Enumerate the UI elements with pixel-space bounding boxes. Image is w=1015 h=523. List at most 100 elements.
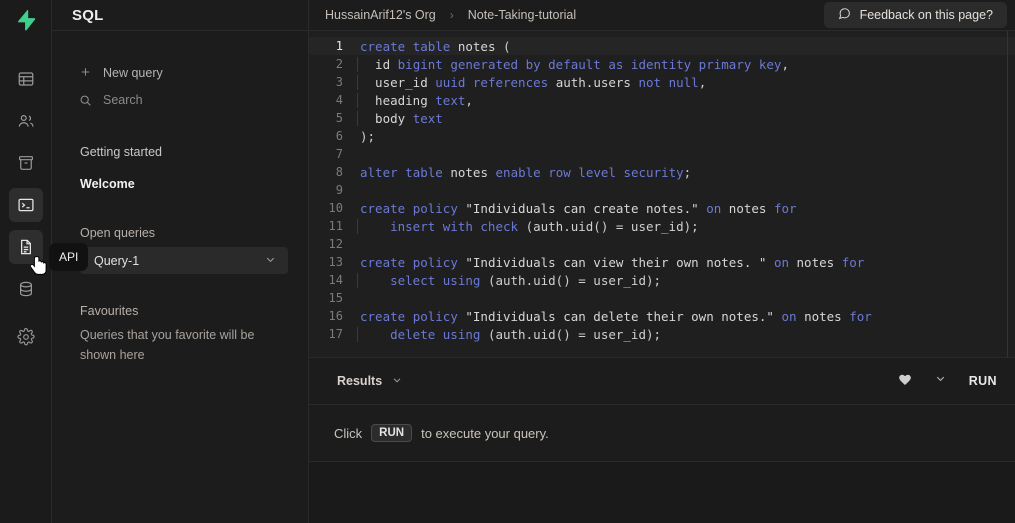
api-tooltip: API bbox=[49, 243, 89, 271]
new-query-button[interactable]: + New query bbox=[52, 61, 308, 85]
code-text: ); bbox=[360, 128, 376, 144]
breadcrumb-bar: HussainArif12's Org › Note-Taking-tutori… bbox=[309, 0, 1015, 31]
archive-icon bbox=[17, 154, 35, 172]
code-text: select using (auth.uid() = user_id); bbox=[357, 272, 661, 288]
line-number: 10 bbox=[328, 201, 343, 215]
terminal-icon bbox=[17, 196, 35, 214]
sidebar-header: SQL bbox=[52, 0, 308, 31]
line-number: 6 bbox=[335, 129, 343, 143]
feedback-button[interactable]: Feedback on this page? bbox=[823, 2, 1007, 28]
code-text: alter table notes enable row level secur… bbox=[360, 164, 692, 180]
chevron-down-icon[interactable] bbox=[264, 253, 277, 269]
code-line[interactable]: 3 user_id uuid references auth.users not… bbox=[309, 73, 1015, 91]
code-line[interactable]: 8 alter table notes enable row level secu… bbox=[309, 163, 1015, 181]
chat-bubble-icon bbox=[838, 7, 851, 23]
code-line[interactable]: 12 bbox=[309, 235, 1015, 253]
table-icon bbox=[17, 70, 35, 88]
code-text: heading text, bbox=[357, 92, 473, 108]
run-hint-prefix: Click bbox=[334, 425, 363, 441]
gear-icon bbox=[16, 328, 35, 346]
breadcrumb-project[interactable]: Note-Taking-tutorial bbox=[468, 8, 576, 22]
sidebar-item-authentication[interactable] bbox=[9, 104, 43, 138]
results-tab[interactable]: Results bbox=[337, 374, 403, 389]
sidebar-item-table-editor[interactable] bbox=[9, 62, 43, 96]
run-options-chevron-icon[interactable] bbox=[934, 372, 947, 390]
database-icon bbox=[17, 280, 35, 298]
users-icon bbox=[17, 112, 35, 130]
code-text: create policy "Individuals can delete th… bbox=[360, 308, 872, 324]
code-line[interactable]: 11 insert with check (auth.uid() = user_… bbox=[309, 217, 1015, 235]
sidebar-item-getting-started[interactable]: Getting started bbox=[52, 140, 308, 164]
code-line[interactable]: 2 id bigint generated by default as iden… bbox=[309, 55, 1015, 73]
feedback-label: Feedback on this page? bbox=[859, 8, 993, 22]
line-number: 1 bbox=[335, 39, 343, 53]
code-line[interactable]: 14 select using (auth.uid() = user_id); bbox=[309, 271, 1015, 289]
code-line[interactable]: 1 create table notes ( bbox=[309, 37, 1015, 55]
sidebar-item-settings[interactable] bbox=[9, 320, 43, 354]
code-line[interactable]: 17 delete using (auth.uid() = user_id); bbox=[309, 325, 1015, 343]
favourites-label: Favourites bbox=[80, 304, 139, 318]
open-query-label: Query-1 bbox=[94, 253, 140, 268]
search-placeholder: Search bbox=[103, 93, 143, 107]
sidebar-item-storage[interactable] bbox=[9, 146, 43, 180]
code-line[interactable]: 5 body text bbox=[309, 109, 1015, 127]
run-hint: Click RUN to execute your query. bbox=[334, 424, 549, 442]
code-text: user_id uuid references auth.users not n… bbox=[357, 74, 706, 90]
sql-sidebar: SQL + New query Search Getting started W… bbox=[52, 0, 309, 523]
code-text: create table notes ( bbox=[360, 38, 511, 54]
breadcrumb-separator: › bbox=[449, 8, 454, 22]
document-icon bbox=[17, 238, 35, 256]
chevron-down-icon[interactable] bbox=[391, 374, 403, 389]
open-query-item-query-1[interactable]: Query-1 bbox=[80, 247, 288, 274]
line-number: 11 bbox=[328, 219, 343, 233]
code-line[interactable]: 4 heading text, bbox=[309, 91, 1015, 109]
results-tab-label: Results bbox=[337, 374, 383, 388]
editor-scrollbar[interactable] bbox=[1007, 31, 1008, 357]
supabase-logo[interactable] bbox=[0, 0, 52, 40]
code-line[interactable]: 10 create policy "Individuals can create … bbox=[309, 199, 1015, 217]
results-empty-area bbox=[309, 462, 1015, 523]
favourites-empty-text: Queries that you favorite will be shown … bbox=[80, 328, 255, 362]
sidebar-item-welcome[interactable]: Welcome bbox=[52, 172, 308, 196]
code-text: delete using (auth.uid() = user_id); bbox=[357, 326, 661, 342]
new-query-label: New query bbox=[103, 66, 163, 80]
code-lines: 1 create table notes (2 id bigint generat… bbox=[309, 31, 1015, 343]
search-icon bbox=[79, 94, 92, 107]
run-hint-key: RUN bbox=[371, 424, 413, 442]
code-line[interactable]: 13 create policy "Individuals can view th… bbox=[309, 253, 1015, 271]
breadcrumb-org[interactable]: HussainArif12's Org bbox=[325, 8, 436, 22]
code-text: create policy "Individuals can create no… bbox=[360, 200, 797, 216]
sql-editor-app: SQL + New query Search Getting started W… bbox=[0, 0, 1015, 523]
code-text: insert with check (auth.uid() = user_id)… bbox=[357, 218, 699, 234]
code-text: body text bbox=[357, 110, 443, 126]
run-button[interactable]: RUN bbox=[969, 374, 997, 388]
line-number: 13 bbox=[328, 255, 343, 269]
line-number: 16 bbox=[328, 309, 343, 323]
line-number: 9 bbox=[335, 183, 343, 197]
code-line[interactable]: 16 create policy "Individuals can delete … bbox=[309, 307, 1015, 325]
code-line[interactable]: 7 bbox=[309, 145, 1015, 163]
plus-icon: + bbox=[81, 64, 90, 81]
sql-code-editor[interactable]: 1 create table notes (2 id bigint generat… bbox=[309, 31, 1015, 358]
line-number: 15 bbox=[328, 291, 343, 305]
line-number: 17 bbox=[328, 327, 343, 341]
mouse-cursor bbox=[29, 255, 49, 282]
results-toolbar-actions: RUN bbox=[898, 372, 997, 390]
page-title: SQL bbox=[72, 6, 104, 24]
sidebar-body: + New query Search Getting started Welco… bbox=[52, 31, 308, 365]
line-number: 2 bbox=[335, 57, 343, 71]
code-line[interactable]: 6); bbox=[309, 127, 1015, 145]
heart-icon[interactable] bbox=[898, 373, 912, 390]
code-text: id bigint generated by default as identi… bbox=[357, 56, 789, 72]
search-input[interactable]: Search bbox=[52, 88, 308, 112]
line-number: 4 bbox=[335, 93, 343, 107]
line-number: 3 bbox=[335, 75, 343, 89]
results-panel: Click RUN to execute your query. bbox=[309, 405, 1015, 462]
line-number: 7 bbox=[335, 147, 343, 161]
line-number: 12 bbox=[328, 237, 343, 251]
code-line[interactable]: 15 bbox=[309, 289, 1015, 307]
sidebar-item-sql-editor[interactable] bbox=[8, 188, 43, 222]
open-queries-label: Open queries bbox=[80, 226, 156, 240]
rail-items bbox=[8, 62, 43, 354]
code-line[interactable]: 9 bbox=[309, 181, 1015, 199]
